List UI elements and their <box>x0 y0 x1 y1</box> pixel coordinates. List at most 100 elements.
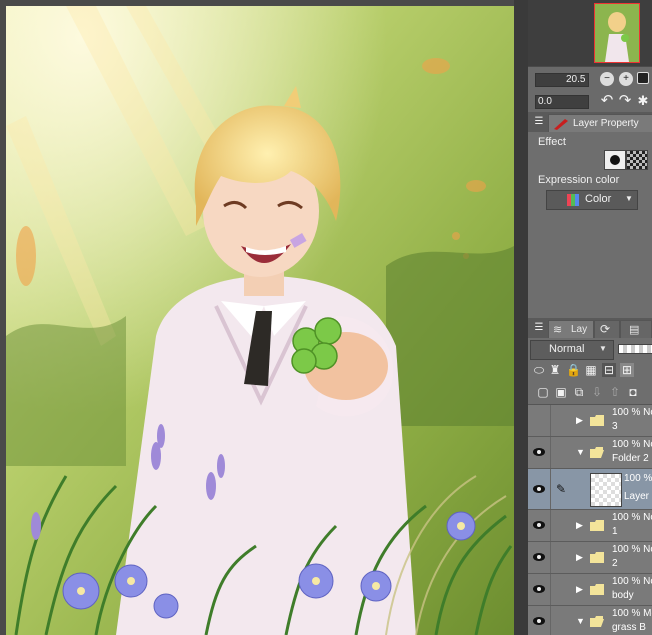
chevron-down-icon[interactable]: ▼ <box>576 616 585 626</box>
visibility-toggle[interactable] <box>528 574 551 605</box>
eye-icon <box>533 448 545 456</box>
zoom-slider[interactable]: 20.5 <box>535 73 589 87</box>
folder-icon <box>590 415 604 426</box>
layer-name: Layer <box>624 491 650 502</box>
merge-icon[interactable]: ⇧ <box>608 385 622 399</box>
expression-color-value: Color <box>585 193 612 205</box>
zoom-value: 20.5 <box>566 74 586 85</box>
eye-icon <box>533 585 545 593</box>
canvas-area[interactable] <box>0 0 514 635</box>
folder-icon <box>590 552 604 563</box>
expression-color-select[interactable]: Color ▼ <box>546 190 638 210</box>
layer-tab-label: Lay <box>571 324 588 335</box>
tab-layer[interactable]: ≋ Lay <box>548 320 594 339</box>
mask-icon[interactable]: ⬭ <box>532 363 546 377</box>
right-panel: 20.5 − + 0.0 ↶ ↷ ✱ ☰ Layer Property Effe… <box>528 0 652 635</box>
rotate-slider[interactable]: 0.0 <box>535 95 589 109</box>
reset-icon[interactable]: ✱ <box>636 94 650 108</box>
navigator-controls: 20.5 − + 0.0 ↶ ↷ ✱ <box>528 66 652 115</box>
chevron-right-icon[interactable]: ▶ <box>576 552 583 563</box>
clip-icon[interactable]: ⊟ <box>602 363 616 377</box>
navigator-thumbnail[interactable] <box>594 3 640 63</box>
draft-icon[interactable]: ⊞ <box>620 363 634 377</box>
layer-opacity: 100 % No <box>612 407 652 418</box>
history-icon: ⟳ <box>600 322 611 336</box>
pen-icon: ✎ <box>555 482 567 496</box>
thumbnail-icon[interactable]: ◘ <box>626 385 640 399</box>
layer-opacity: 100 % Mo <box>612 608 652 619</box>
chevron-right-icon[interactable]: ▶ <box>576 520 583 531</box>
lock-icon[interactable]: 🔒 <box>566 363 581 377</box>
visibility-toggle[interactable] <box>528 405 551 436</box>
new-vector-layer-icon[interactable]: ▣ <box>554 385 568 399</box>
artwork-canvas[interactable] <box>6 6 514 635</box>
new-folder-icon[interactable]: ⧉ <box>572 385 586 399</box>
reference-icon[interactable]: ♜ <box>548 363 562 377</box>
tab-layer-property[interactable]: Layer Property <box>548 114 652 133</box>
blend-mode-select[interactable]: Normal ▼ <box>530 340 614 360</box>
tab-search[interactable]: ▤ <box>620 320 652 340</box>
blend-mode-row: Normal ▼ <box>528 338 652 360</box>
folder-open-icon <box>590 447 604 458</box>
layer-row[interactable]: ▶ 100 % No body <box>528 574 652 606</box>
color-swatch-icon <box>567 194 579 206</box>
eye-icon <box>533 521 545 529</box>
new-raster-layer-icon[interactable]: ▢ <box>536 385 550 399</box>
layer-row[interactable]: ▶ 100 % No 3 <box>528 405 652 437</box>
layer-tool-row-2: ▢ ▣ ⧉ ⇩ ⇧ ◘ <box>528 380 652 405</box>
layer-name: 2 <box>612 558 618 569</box>
border-effect-button[interactable] <box>604 150 626 170</box>
layer-opacity: 100 % No <box>612 576 652 587</box>
visibility-toggle[interactable] <box>528 469 551 509</box>
chevron-right-icon[interactable]: ▶ <box>576 415 583 426</box>
visibility-toggle[interactable] <box>528 606 551 635</box>
layer-name: 1 <box>612 526 618 537</box>
panel-menu-icon[interactable]: ☰ <box>532 115 546 129</box>
fit-icon[interactable] <box>637 72 649 84</box>
move-down-icon[interactable]: ⇩ <box>590 385 604 399</box>
tab-history[interactable]: ⟳ <box>594 320 620 340</box>
layer-name: grass B <box>612 622 646 633</box>
layer-row[interactable]: ▼ 100 % No Folder 2 <box>528 437 652 469</box>
folder-icon <box>590 520 604 531</box>
layer-name: body <box>612 590 634 601</box>
layer-row[interactable]: ▶ 100 % No 2 <box>528 542 652 574</box>
layer-property-tabbar: ☰ Layer Property <box>528 112 652 133</box>
opacity-slider[interactable] <box>618 344 652 354</box>
folder-open-icon <box>590 616 604 627</box>
panel-menu-icon[interactable]: ☰ <box>532 321 546 335</box>
chevron-down-icon: ▼ <box>625 194 633 203</box>
layer-opacity: 100 % No <box>612 512 652 523</box>
folder-icon <box>590 584 604 595</box>
layer-thumbnail <box>590 473 622 507</box>
zoom-in-icon[interactable]: + <box>619 72 633 86</box>
layer-list[interactable]: ▶ 100 % No 3 ▼ 100 % No Folder 2 ✎ 100 %… <box>528 405 652 635</box>
chevron-right-icon[interactable]: ▶ <box>576 584 583 595</box>
tone-effect-button[interactable] <box>626 150 648 170</box>
panel-splitter[interactable] <box>514 0 528 635</box>
rotate-left-icon[interactable]: ↶ <box>600 93 614 108</box>
chevron-down-icon[interactable]: ▼ <box>576 447 585 457</box>
rotate-value: 0.0 <box>538 96 552 107</box>
layer-row[interactable]: ▶ 100 % No 1 <box>528 510 652 542</box>
layer-property-tab-label: Layer Property <box>573 118 639 129</box>
eye-icon <box>533 553 545 561</box>
layer-tool-row-1: ⬭ ♜ 🔒 ▦ ⊟ ⊞ <box>528 360 652 380</box>
layer-opacity: 100 % No <box>612 439 652 450</box>
eye-icon <box>533 617 545 625</box>
navigator-panel <box>528 0 652 66</box>
effect-label: Effect <box>538 136 566 148</box>
layer-row[interactable]: ▼ 100 % Mo grass B <box>528 606 652 635</box>
visibility-toggle[interactable] <box>528 510 551 541</box>
layer-panel-tabbar: ☰ ≋ Lay ⟳ ▤ <box>528 318 652 340</box>
visibility-toggle[interactable] <box>528 542 551 573</box>
navigator-preview-image <box>595 4 639 62</box>
chevron-down-icon: ▼ <box>599 344 607 353</box>
pen-icon <box>554 119 568 130</box>
blend-mode-value: Normal <box>549 343 585 355</box>
lock-alpha-icon[interactable]: ▦ <box>584 363 598 377</box>
visibility-toggle[interactable] <box>528 437 551 468</box>
rotate-right-icon[interactable]: ↷ <box>618 93 632 108</box>
zoom-out-icon[interactable]: − <box>600 72 614 86</box>
layer-row-selected[interactable]: ✎ 100 % Layer <box>528 469 652 510</box>
